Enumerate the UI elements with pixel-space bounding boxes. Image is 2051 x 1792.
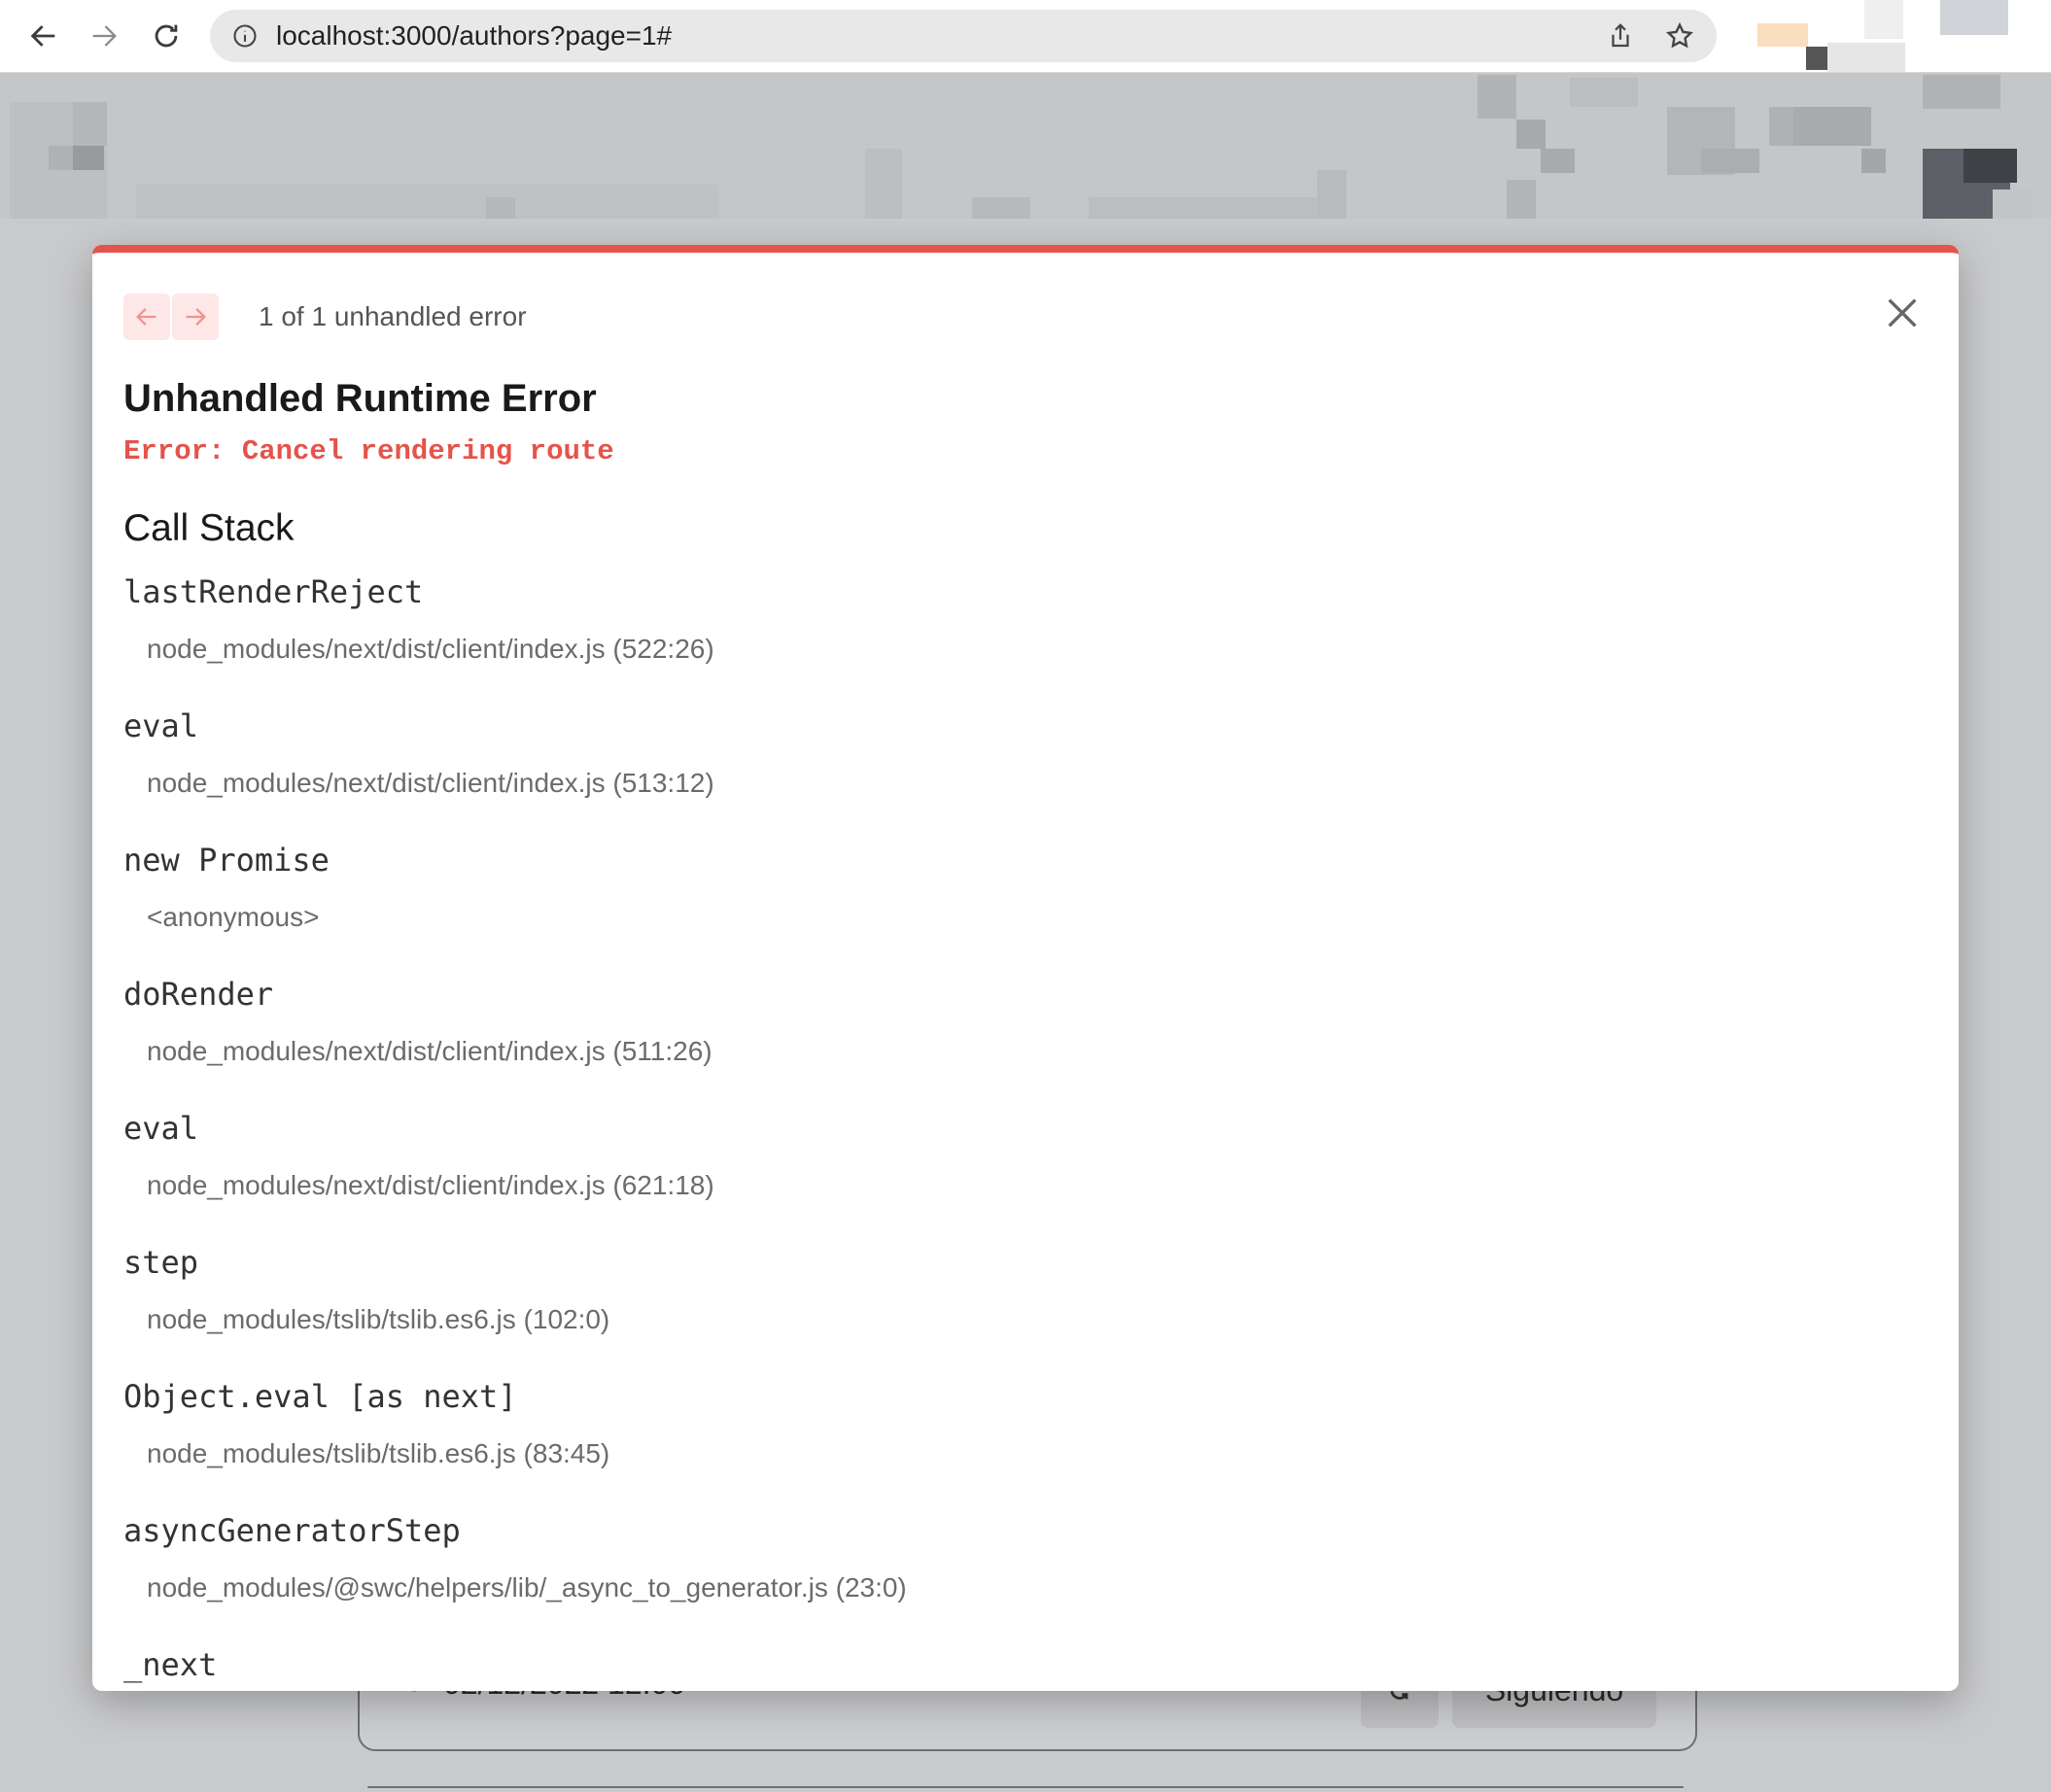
error-message: Error: Cancel rendering route [123,435,614,467]
site-info-icon[interactable] [231,22,259,50]
close-icon[interactable] [1883,293,1922,332]
frame-function: doRender [123,976,274,1013]
stack-frame[interactable]: asyncGeneratorStep node_modules/@swc/hel… [123,1512,1922,1646]
frame-location[interactable]: node_modules/next/dist/client/index.js (… [147,634,714,665]
extensions-area [1719,0,2051,72]
stack-frame[interactable]: doRender node_modules/next/dist/client/i… [123,976,1922,1110]
browser-toolbar: localhost:3000/authors?page=1# [0,0,2051,73]
page-header-obfuscated [0,73,2051,219]
frame-function: Object.eval [as next] [123,1378,517,1415]
frame-function: eval [123,1110,199,1147]
error-title: Unhandled Runtime Error [123,377,597,420]
frame-function: new Promise [123,842,330,879]
previous-error-button[interactable] [123,293,170,340]
next-error-button[interactable] [172,293,219,340]
bookmark-star-icon[interactable] [1664,20,1695,52]
frame-location[interactable]: node_modules/next/dist/client/index.js (… [147,768,714,799]
frame-location[interactable]: node_modules/next/dist/client/index.js (… [147,1170,714,1201]
frame-function: lastRenderReject [123,573,424,610]
call-stack-list: lastRenderReject node_modules/next/dist/… [123,573,1922,1691]
stack-frame[interactable]: new Promise <anonymous> [123,842,1922,976]
stack-frame[interactable]: lastRenderReject node_modules/next/dist/… [123,573,1922,707]
frame-function: asyncGeneratorStep [123,1512,461,1549]
stack-frame[interactable]: _next [123,1646,1922,1691]
address-bar[interactable]: localhost:3000/authors?page=1# [210,10,1717,62]
frame-location[interactable]: node_modules/tslib/tslib.es6.js (83:45) [147,1438,609,1469]
frame-location[interactable]: node_modules/tslib/tslib.es6.js (102:0) [147,1304,609,1335]
frame-location: <anonymous> [147,902,320,932]
frame-function: eval [123,707,199,744]
arrow-left-icon [136,308,156,326]
frame-location[interactable]: node_modules/next/dist/client/index.js (… [147,1036,713,1067]
reload-icon[interactable] [142,12,191,60]
stack-frame[interactable]: step node_modules/tslib/tslib.es6.js (10… [123,1244,1922,1378]
frame-function: _next [123,1646,218,1683]
call-stack-heading: Call Stack [123,507,295,549]
frame-function: step [123,1244,199,1281]
arrow-right-icon [186,308,206,326]
error-count: 1 of 1 unhandled error [259,301,527,331]
stack-frame[interactable]: Object.eval [as next] node_modules/tslib… [123,1378,1922,1512]
url-text[interactable]: localhost:3000/authors?page=1# [276,21,672,51]
frame-location[interactable]: node_modules/@swc/helpers/lib/_async_to_… [147,1572,907,1603]
stack-frame[interactable]: eval node_modules/next/dist/client/index… [123,707,1922,842]
error-overlay-dialog: 1 of 1 unhandled error Unhandled Runtime… [92,245,1959,1691]
error-pager [123,293,219,340]
forward-arrow-icon[interactable] [80,12,128,60]
share-icon[interactable] [1606,21,1635,51]
background-card-border [367,1786,1684,1788]
back-arrow-icon[interactable] [19,12,68,60]
stack-frame[interactable]: eval node_modules/next/dist/client/index… [123,1110,1922,1244]
